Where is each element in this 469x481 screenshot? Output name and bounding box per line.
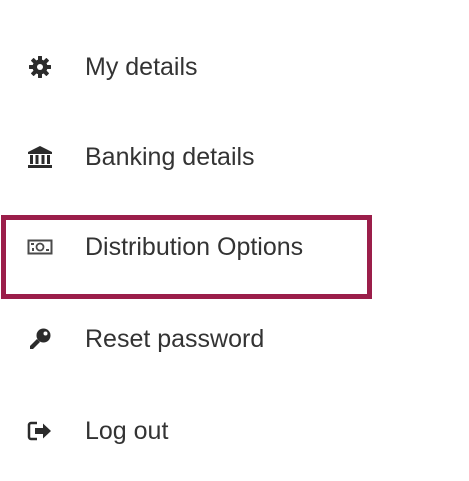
money-icon <box>27 234 53 260</box>
sign-out-icon <box>27 418 53 444</box>
menu-item-label: Banking details <box>85 143 255 171</box>
menu-item-label: Log out <box>85 417 169 445</box>
menu-item-label: Distribution Options <box>85 233 304 261</box>
bank-icon <box>27 144 53 170</box>
menu-item-distribution-options[interactable]: Distribution Options <box>0 207 469 287</box>
menu-item-banking-details[interactable]: Banking details <box>0 117 469 197</box>
menu-item-label: Reset password <box>85 325 265 353</box>
key-icon <box>27 326 53 352</box>
menu-item-log-out[interactable]: Log out <box>0 391 469 471</box>
gear-icon <box>27 54 53 80</box>
menu-item-reset-password[interactable]: Reset password <box>0 299 469 379</box>
menu-item-label: My details <box>85 53 198 81</box>
menu-item-my-details[interactable]: My details <box>0 27 469 107</box>
account-menu: My details Banking details Distribution … <box>0 0 469 481</box>
